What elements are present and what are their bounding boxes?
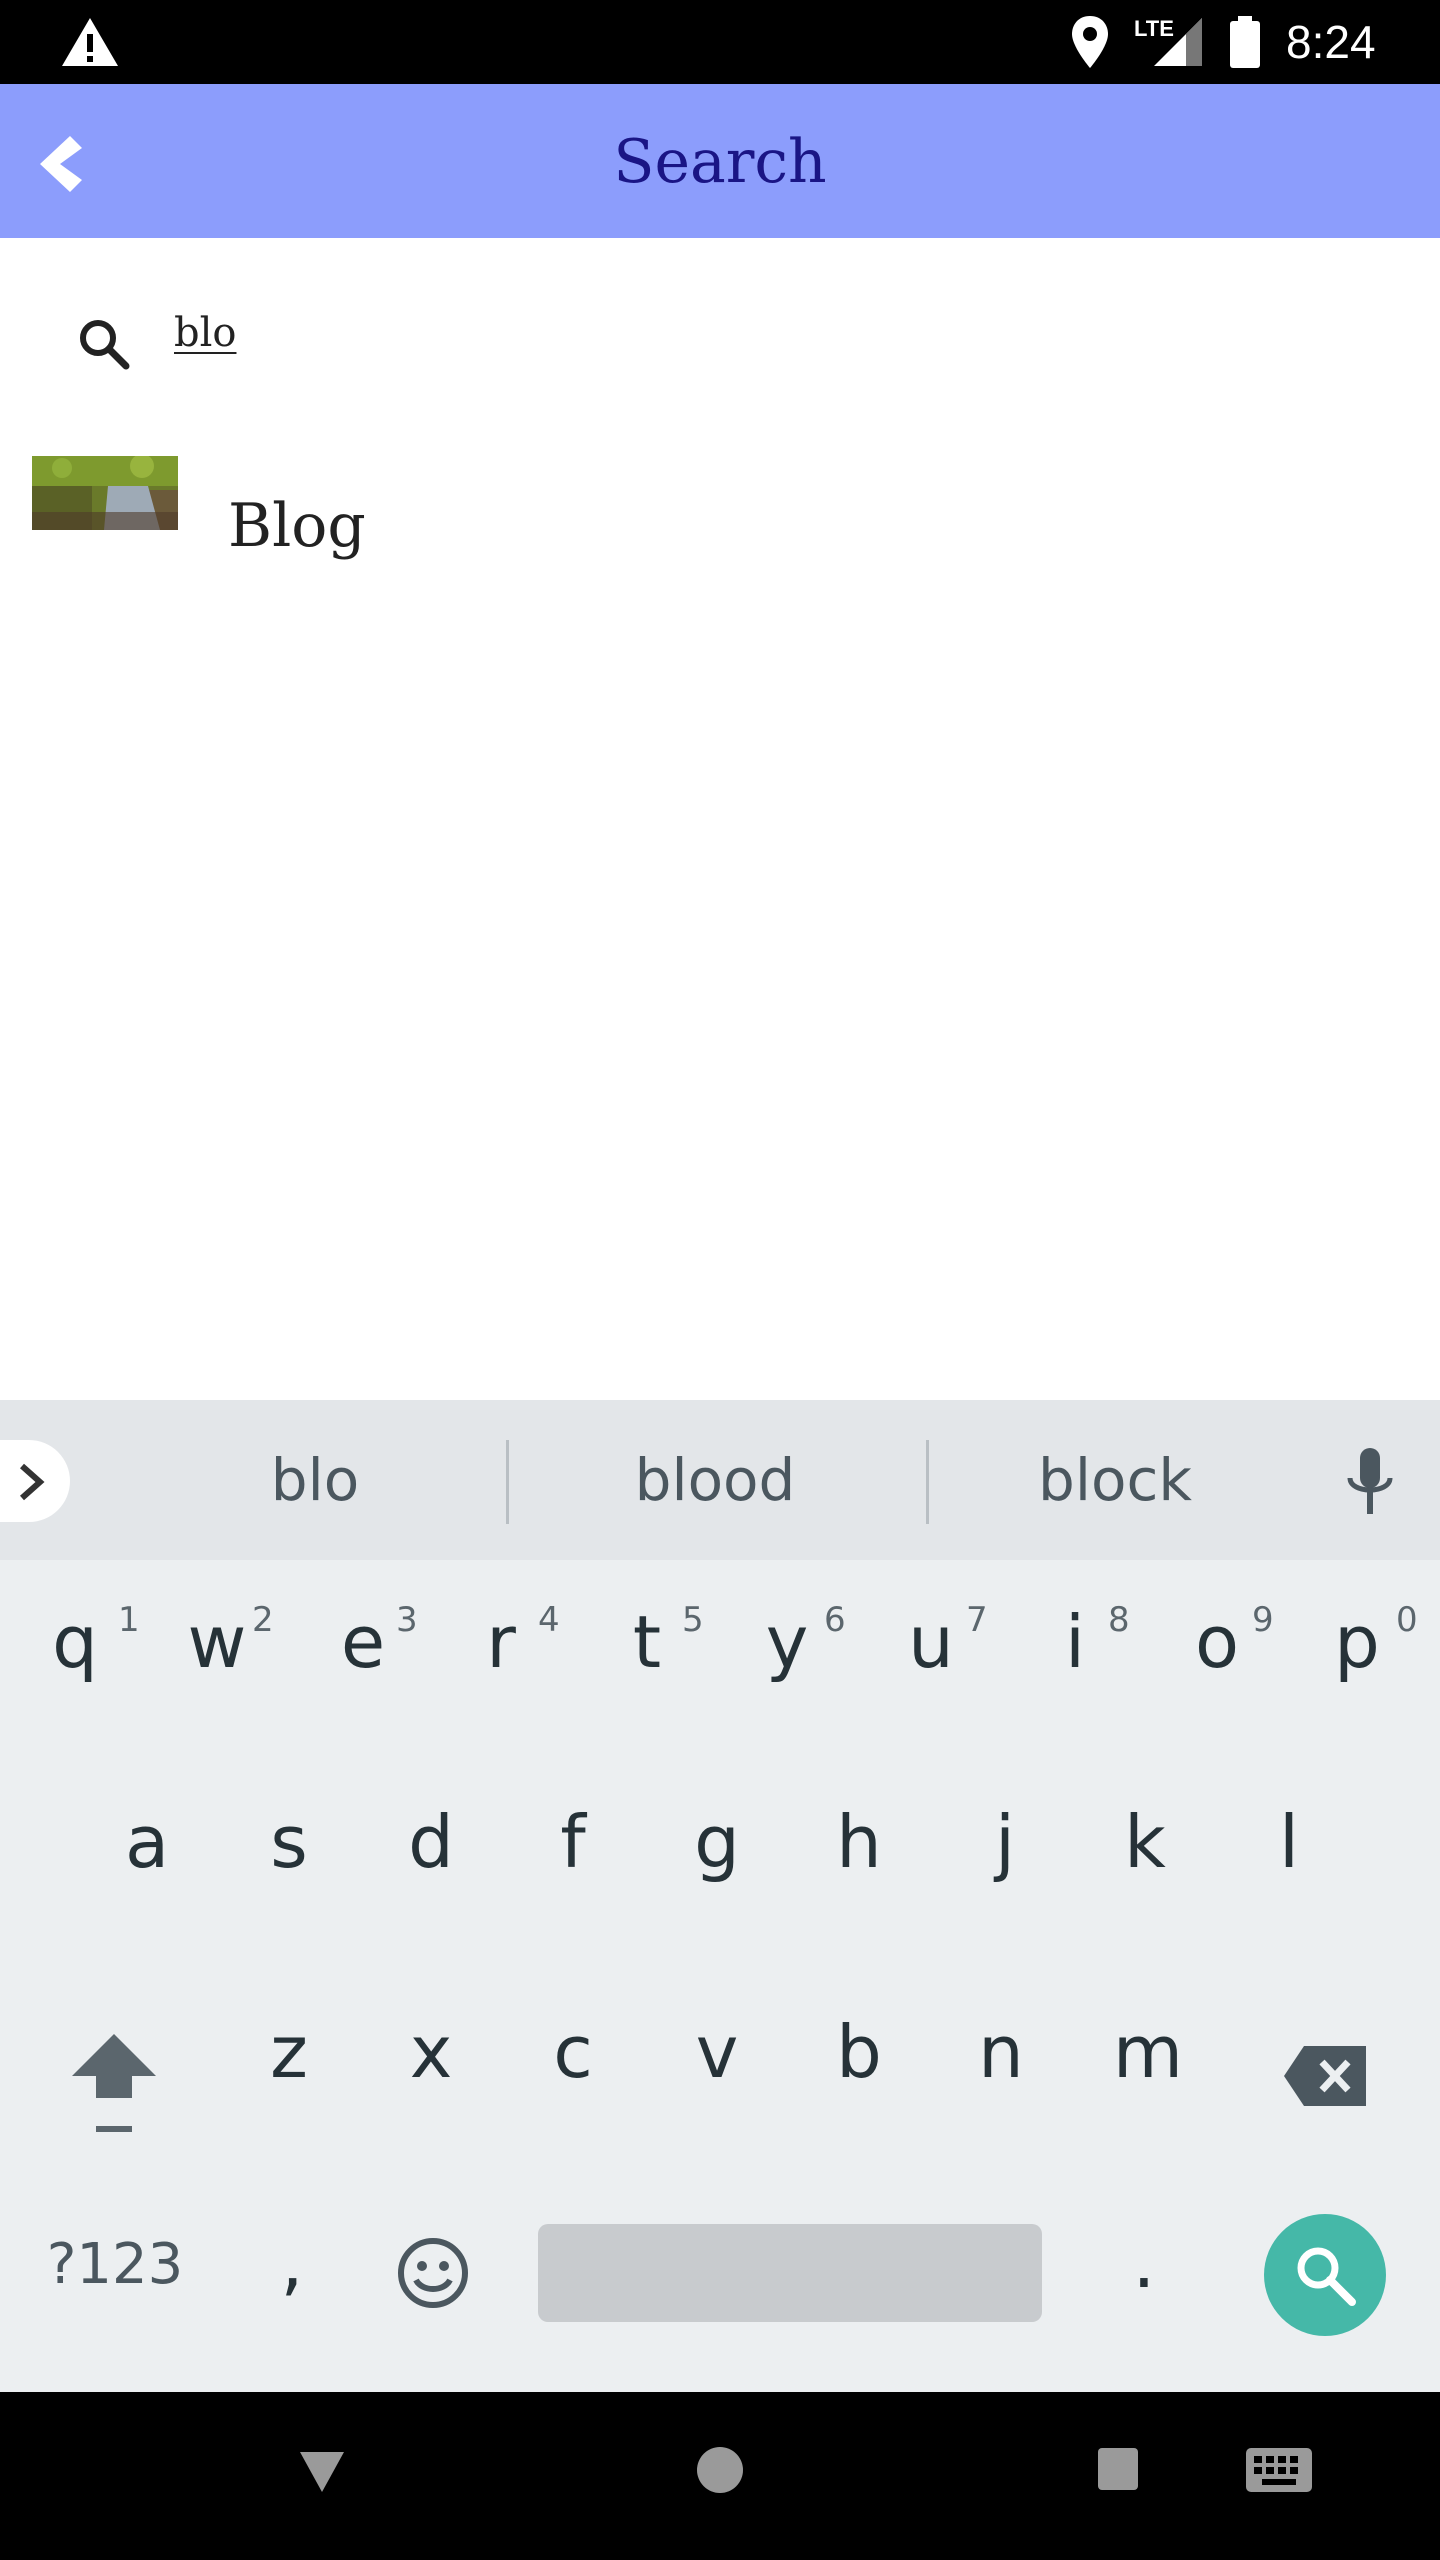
- suggestion-2[interactable]: blood: [560, 1440, 870, 1520]
- key-t[interactable]: t5: [602, 1600, 704, 1684]
- soft-keyboard: blo blood block q1 w2 e3 r4 t5 y6 u7 i8 …: [0, 1400, 1440, 2392]
- symbols-key[interactable]: ?123: [40, 2232, 190, 2297]
- status-bar: LTE 8:24: [0, 0, 1440, 84]
- search-icon: [1297, 2247, 1356, 2306]
- key-z[interactable]: z: [244, 2010, 334, 2094]
- signal-icon: [1154, 18, 1202, 66]
- recents-square-icon[interactable]: [1096, 2446, 1140, 2492]
- search-action-key[interactable]: [1264, 2214, 1386, 2336]
- space-key[interactable]: [538, 2224, 1042, 2322]
- key-f[interactable]: f: [528, 1800, 618, 1884]
- suggestion-3[interactable]: block: [960, 1440, 1270, 1520]
- warning-icon: [62, 18, 118, 66]
- key-o[interactable]: o9: [1172, 1600, 1274, 1684]
- key-e[interactable]: e3: [318, 1600, 418, 1684]
- shift-icon[interactable]: [66, 2030, 162, 2140]
- suggestion-divider: [926, 1440, 929, 1524]
- key-m[interactable]: m: [1098, 2010, 1198, 2094]
- backspace-icon[interactable]: [1282, 2044, 1370, 2108]
- key-k[interactable]: k: [1100, 1800, 1190, 1884]
- key-v[interactable]: v: [672, 2010, 762, 2094]
- microphone-icon[interactable]: [1340, 1444, 1400, 1520]
- key-q[interactable]: q1: [30, 1600, 140, 1684]
- key-l[interactable]: l: [1244, 1800, 1334, 1884]
- key-h[interactable]: h: [814, 1800, 904, 1884]
- clock-time: 8:24: [1286, 16, 1376, 68]
- key-n[interactable]: n: [956, 2010, 1046, 2094]
- system-nav-bar: [0, 2392, 1440, 2560]
- emoji-icon[interactable]: [396, 2236, 470, 2310]
- key-i[interactable]: i8: [1030, 1600, 1130, 1684]
- key-c[interactable]: c: [528, 2010, 618, 2094]
- key-comma[interactable]: ,: [252, 2220, 332, 2304]
- key-y[interactable]: y6: [742, 1600, 846, 1684]
- search-result-item[interactable]: Blog: [0, 446, 1440, 596]
- key-u[interactable]: u7: [886, 1600, 987, 1684]
- result-label: Blog: [228, 491, 366, 561]
- search-bar: blo: [0, 238, 1440, 438]
- result-thumbnail-image: [32, 456, 178, 530]
- location-icon: [1072, 16, 1108, 68]
- chevron-right-icon: [20, 1463, 45, 1501]
- search-query-text: blo: [174, 310, 237, 356]
- key-r[interactable]: r4: [456, 1600, 559, 1684]
- page-title: Search: [613, 127, 827, 197]
- key-j[interactable]: j: [960, 1800, 1050, 1884]
- key-x[interactable]: x: [386, 2010, 476, 2094]
- suggestion-divider: [506, 1440, 509, 1524]
- app-bar: Search: [0, 84, 1440, 238]
- key-g[interactable]: g: [672, 1800, 762, 1884]
- key-s[interactable]: s: [244, 1800, 334, 1884]
- suggestion-1[interactable]: blo: [160, 1440, 470, 1520]
- home-circle-icon[interactable]: [694, 2444, 746, 2496]
- key-period[interactable]: .: [1104, 2220, 1184, 2304]
- key-b[interactable]: b: [814, 2010, 904, 2094]
- key-w[interactable]: w2: [172, 1600, 274, 1684]
- expand-toolbar-button[interactable]: [0, 1440, 70, 1522]
- key-p[interactable]: p0: [1312, 1600, 1418, 1684]
- suggestion-strip: blo blood block: [0, 1400, 1440, 1560]
- keyboard-switch-icon[interactable]: [1244, 2446, 1314, 2494]
- battery-icon: [1230, 16, 1260, 68]
- search-input[interactable]: blo: [174, 298, 1374, 368]
- search-icon: [80, 320, 130, 370]
- key-d[interactable]: d: [386, 1800, 476, 1884]
- key-a[interactable]: a: [102, 1800, 192, 1884]
- back-triangle-icon[interactable]: [296, 2448, 348, 2496]
